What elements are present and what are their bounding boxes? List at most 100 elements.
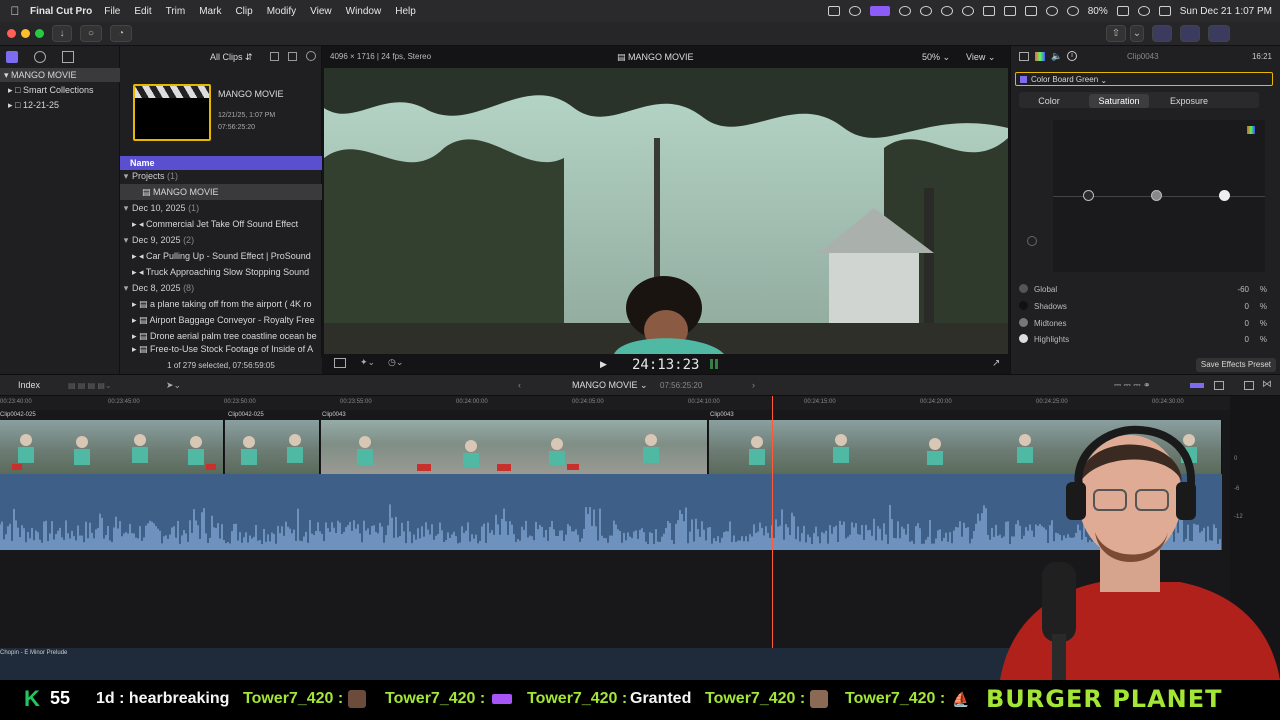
param-shadows[interactable]: Shadows 0% [1019, 299, 1273, 315]
timeline-ruler[interactable]: 00:23:40:00 00:23:45:00 00:23:50:00 00:2… [0, 396, 1230, 410]
status-icon[interactable] [848, 6, 861, 16]
timeline-toggle-button[interactable] [1180, 25, 1200, 42]
midtones-puck[interactable] [1151, 190, 1162, 201]
list-item[interactable]: ▸ ▤ a plane taking off from the airport … [120, 296, 322, 312]
crop-tool-icon[interactable] [334, 358, 346, 368]
search-icon[interactable] [306, 51, 316, 61]
menu-mark[interactable]: Mark [199, 6, 221, 17]
menu-window[interactable]: Window [346, 6, 382, 17]
effect-selector[interactable]: Color Board Green ⌄ [1015, 72, 1273, 86]
search-icon[interactable] [1137, 6, 1150, 16]
param-highlights[interactable]: Highlights 0% [1019, 332, 1273, 348]
photos-audio-icon[interactable] [34, 51, 46, 63]
libraries-icon[interactable] [6, 51, 18, 63]
param-global[interactable]: Global -60% [1019, 282, 1273, 298]
event-item[interactable]: ▸ □ 12-21-25 [0, 98, 120, 112]
video-clip[interactable] [321, 420, 708, 474]
bluetooth-icon[interactable] [1045, 6, 1058, 16]
tab-saturation[interactable]: Saturation [1089, 94, 1149, 108]
screen-record-icon[interactable] [869, 6, 890, 16]
back-icon[interactable]: ‹ [518, 380, 521, 390]
list-item[interactable]: ▸ ▤ Drone aerial palm tree coastline oce… [120, 328, 322, 344]
video-clip[interactable] [0, 420, 224, 474]
menu-help[interactable]: Help [395, 6, 416, 17]
titles-generators-icon[interactable] [62, 51, 74, 63]
status-icon[interactable] [940, 6, 953, 16]
menu-trim[interactable]: Trim [166, 6, 186, 17]
edit-buttons-icon[interactable]: ▤ ▤ ▤ ▤⌄ [68, 381, 112, 390]
group-header[interactable]: ▾ Dec 9, 2025 (2) [120, 232, 322, 248]
volume-icon[interactable] [982, 6, 995, 16]
play-icon[interactable] [961, 6, 974, 16]
tab-exposure[interactable]: Exposure [1159, 94, 1219, 108]
browser-toggle-button[interactable] [1152, 25, 1172, 42]
highlights-puck[interactable] [1219, 190, 1230, 201]
color-board[interactable] [1053, 120, 1265, 272]
list-item[interactable]: ▸ ◂ Truck Approaching Slow Stopping Soun… [120, 264, 322, 280]
view-dropdown[interactable]: View ⌄ [966, 52, 995, 63]
share-chevron-icon[interactable]: ⌄ [1130, 25, 1144, 42]
grid-view-icon[interactable] [288, 52, 297, 61]
expand-icon[interactable]: ⋈ [1262, 379, 1272, 390]
project-thumbnail[interactable] [133, 84, 211, 141]
menu-clip[interactable]: Clip [235, 6, 252, 17]
close-window-button[interactable] [7, 29, 16, 38]
wifi-icon[interactable] [1066, 6, 1079, 16]
menu-file[interactable]: File [104, 6, 120, 17]
keyboard-icon[interactable] [1003, 6, 1016, 16]
list-item[interactable]: ▸ ◂ Car Pulling Up - Sound Effect | ProS… [120, 248, 322, 264]
speedometer-icon[interactable]: ◷⌄ [388, 357, 403, 368]
timeline-project-dropdown[interactable]: MANGO MOVIE ⌄ [572, 380, 648, 391]
fullscreen-icon[interactable]: ↗ [992, 358, 1000, 369]
forward-icon[interactable]: › [752, 380, 755, 390]
status-icon[interactable] [919, 6, 932, 16]
import-button[interactable]: ↓ [52, 25, 72, 42]
background-tasks-button[interactable]: ◔ [110, 25, 132, 42]
clip-appearance-icon[interactable] [1190, 383, 1204, 388]
menu-modify[interactable]: Modify [267, 6, 296, 17]
timecode-display[interactable]: 24:13:23 [632, 357, 699, 373]
smart-collections-item[interactable]: ▸ □ Smart Collections [0, 83, 120, 97]
effects-browser-icon[interactable] [1214, 381, 1224, 390]
list-item[interactable]: ▸ ▤ Airport Baggage Conveyor - Royalty F… [120, 312, 322, 328]
transform-tool-icon[interactable]: ✦⌄ [360, 357, 375, 368]
list-item[interactable]: ▸ ▤ Free-to-Use Stock Footage of Inside … [120, 344, 322, 354]
share-button[interactable]: ⇧ [1106, 25, 1126, 42]
info-icon[interactable]: i [1067, 51, 1077, 61]
list-view-icon[interactable] [270, 52, 279, 61]
group-header[interactable]: ▾ Dec 8, 2025 (8) [120, 280, 322, 296]
index-button[interactable]: Index [18, 380, 40, 390]
video-clip[interactable] [225, 420, 320, 474]
transitions-icon[interactable] [1244, 381, 1254, 390]
video-preview[interactable] [324, 68, 1008, 354]
select-tool-icon[interactable]: ➤⌄ [166, 380, 181, 391]
param-midtones[interactable]: Midtones 0% [1019, 316, 1273, 332]
apple-icon[interactable]:  [0, 4, 30, 18]
inspector-toggle-button[interactable] [1208, 25, 1230, 42]
keywords-button[interactable]: ○ [80, 25, 102, 42]
zoom-window-button[interactable] [35, 29, 44, 38]
tab-color[interactable]: Color [1021, 94, 1077, 108]
battery-icon[interactable] [1116, 6, 1129, 16]
status-icon[interactable] [827, 6, 840, 16]
playhead[interactable] [772, 396, 773, 680]
video-inspector-icon[interactable] [1019, 52, 1029, 61]
shadows-puck[interactable] [1083, 190, 1094, 201]
clip-filter-dropdown[interactable]: All Clips ⇵ [210, 52, 253, 63]
global-puck[interactable] [1027, 236, 1037, 246]
zoom-dropdown[interactable]: 50% ⌄ [922, 52, 950, 63]
menu-view[interactable]: View [310, 6, 332, 17]
control-center-icon[interactable] [1158, 6, 1171, 16]
library-item[interactable]: ▾ MANGO MOVIE [0, 68, 120, 82]
effect-checkbox[interactable] [1020, 76, 1027, 83]
skimming-icons[interactable]: ⎓ ⎓ ⎓ ⚭ [1114, 380, 1151, 391]
app-menu[interactable]: Final Cut Pro [30, 6, 92, 17]
minimize-window-button[interactable] [21, 29, 30, 38]
list-item[interactable]: ▤ MANGO MOVIE [120, 184, 322, 200]
color-inspector-icon[interactable] [1035, 52, 1045, 61]
group-header[interactable]: ▾ Dec 10, 2025 (1) [120, 200, 322, 216]
audio-inspector-icon[interactable]: 🔈 [1051, 51, 1062, 62]
save-effects-preset-button[interactable]: Save Effects Preset [1195, 358, 1276, 372]
play-button[interactable]: ▶ [600, 359, 607, 370]
menu-edit[interactable]: Edit [134, 6, 151, 17]
